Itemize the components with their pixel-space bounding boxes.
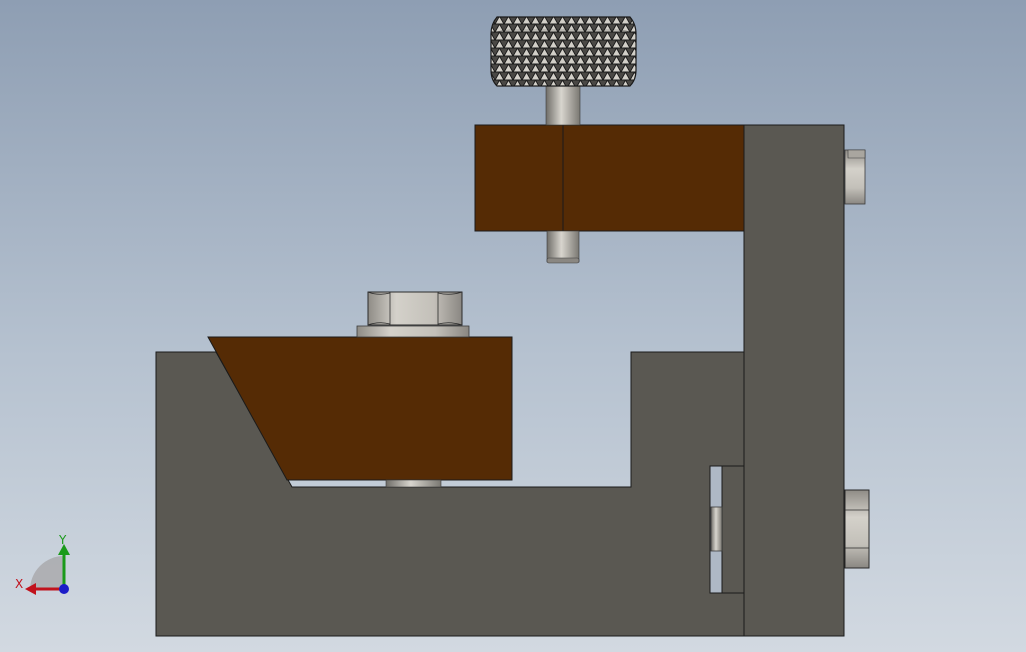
slot-screw [710, 506, 723, 552]
triad-y-label: Y [58, 533, 67, 547]
knurled-knob-icon[interactable] [490, 16, 637, 87]
triad-x-label: X [15, 577, 23, 591]
upper-wood-jaw [474, 124, 745, 232]
side-hex-nut [844, 489, 870, 569]
upright-column [743, 124, 845, 637]
column-step [721, 465, 745, 594]
coordinate-triad-icon[interactable]: Y X [15, 533, 70, 595]
cad-drawing: Y X [15, 16, 870, 637]
lower-jaw-post [385, 479, 442, 488]
cad-viewport[interactable]: Y X [0, 0, 1026, 652]
side-pin [844, 149, 866, 205]
thumbscrew-shaft-bottom [546, 230, 580, 264]
hex-nut-icon [367, 291, 463, 326]
washer [356, 325, 470, 338]
thumbscrew-shaft-top [545, 84, 581, 126]
